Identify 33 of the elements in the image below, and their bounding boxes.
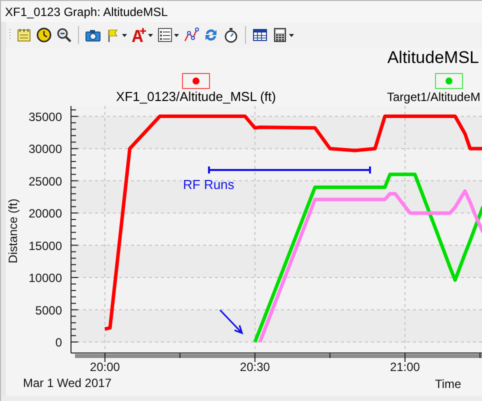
stopwatch-icon[interactable] — [223, 27, 239, 43]
axis-tick-label: 21:00 — [390, 360, 420, 374]
chart-title: AltitudeMSL — [387, 48, 479, 67]
zoom-icon[interactable] — [56, 27, 72, 43]
legend-marker[interactable] — [435, 73, 463, 89]
axis-tick-label: 10000 — [28, 271, 62, 286]
legend-label: Target1/AltitudeM — [387, 90, 480, 104]
arrow — [219, 309, 244, 334]
clock-icon[interactable] — [36, 27, 52, 43]
axis-tick-label: 20:00 — [90, 360, 120, 374]
camera-icon[interactable] — [85, 27, 101, 43]
legend-label: XF1_0123/Altitude_MSL (ft) — [116, 89, 276, 104]
font-size-icon[interactable] — [131, 27, 147, 43]
refresh-icon[interactable] — [203, 27, 219, 43]
notepad-icon[interactable] — [16, 27, 32, 43]
axis-tick-label: 15000 — [28, 238, 62, 253]
table-icon[interactable] — [252, 27, 268, 43]
window-title: XF1_0123 Graph: AltitudeMSL — [5, 4, 168, 18]
axis-tick-label: 20000 — [28, 206, 62, 221]
axis-tick-label: 20:30 — [240, 360, 270, 374]
axis-tick-label: 30000 — [28, 142, 62, 156]
axis-title: Time — [435, 377, 462, 391]
calculator-icon[interactable] — [272, 27, 288, 43]
axis-title: Distance (ft) — [6, 198, 20, 264]
axis-tick-label: 5000 — [35, 303, 62, 318]
legend-marker[interactable] — [182, 73, 210, 89]
axis-tick-label: 35000 — [28, 110, 62, 124]
axis-tick-label: 25000 — [28, 174, 62, 188]
axis-tick-label: 0 — [55, 336, 62, 350]
annotation-label: RF Runs — [183, 177, 234, 192]
date-label: Mar 1 Wed 2017 — [23, 376, 112, 390]
list-icon[interactable] — [157, 27, 173, 43]
line-graph-icon[interactable] — [183, 27, 199, 43]
